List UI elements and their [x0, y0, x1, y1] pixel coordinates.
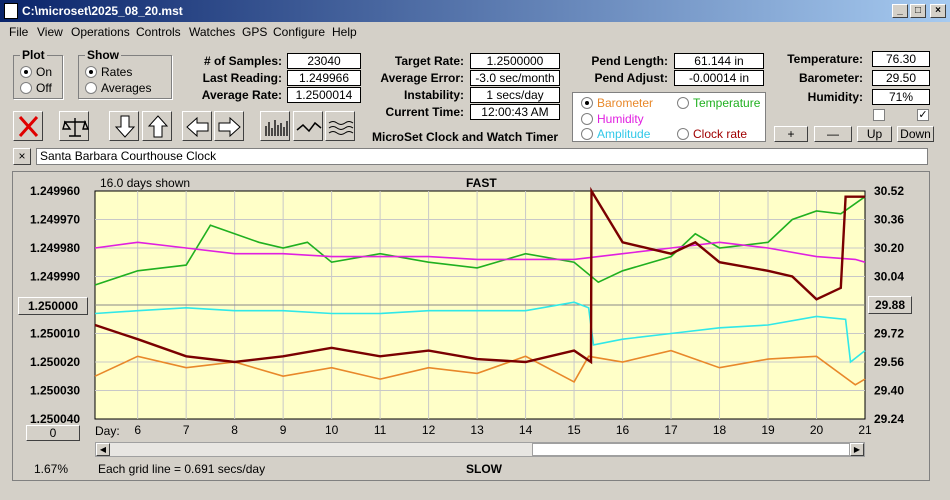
y-right-tick-label: 29.56 — [874, 355, 904, 369]
x-tick-label: 10 — [325, 423, 339, 437]
y-right-tick-label: 29.40 — [874, 384, 904, 398]
x-tick-label: 17 — [664, 423, 678, 437]
y-right-tick-label: 30.36 — [874, 213, 904, 227]
y-left-tick-label: 1.250010 — [30, 327, 80, 341]
x-tick-label: 13 — [470, 423, 484, 437]
y-left-tick-label: 1.249970 — [30, 213, 80, 227]
y-right-tick-label: 30.52 — [874, 184, 904, 198]
x-tick-label: 11 — [374, 423, 387, 437]
y-right-tick-label: 30.04 — [874, 270, 904, 284]
x-tick-label: 7 — [183, 423, 190, 437]
x-tick-label: 14 — [519, 423, 533, 437]
y-left-tick-label: 1.249960 — [30, 184, 80, 198]
y-right-tick-label: 29.24 — [874, 412, 904, 426]
x-tick-label: 18 — [713, 423, 727, 437]
y-left-tick-label: 1.250030 — [30, 384, 80, 398]
x-tick-label: 12 — [422, 423, 436, 437]
y-right-tick-label: 29.72 — [874, 327, 904, 341]
x-tick-label: 6 — [134, 423, 141, 437]
x-tick-label: 15 — [567, 423, 581, 437]
y-left-tick-label: 1.250020 — [30, 355, 80, 369]
clock-rate-chart: 6 7 8 9 10 11 12 13 14 15 16 17 18 19 20 21 1.249960 1.24… — [30, 184, 904, 437]
x-tick-label: 20 — [810, 423, 824, 437]
x-tick-label: 8 — [231, 423, 238, 437]
x-tick-label: 19 — [761, 423, 775, 437]
x-tick-label: 21 — [858, 423, 872, 437]
x-tick-label: 9 — [280, 423, 287, 437]
y-left-tick-label: 1.250040 — [30, 412, 80, 426]
x-tick-label: 16 — [616, 423, 630, 437]
y-left-tick-label: 1.249980 — [30, 241, 80, 255]
y-right-tick-label: 30.20 — [874, 241, 904, 255]
y-left-tick-label: 1.249990 — [30, 270, 80, 284]
